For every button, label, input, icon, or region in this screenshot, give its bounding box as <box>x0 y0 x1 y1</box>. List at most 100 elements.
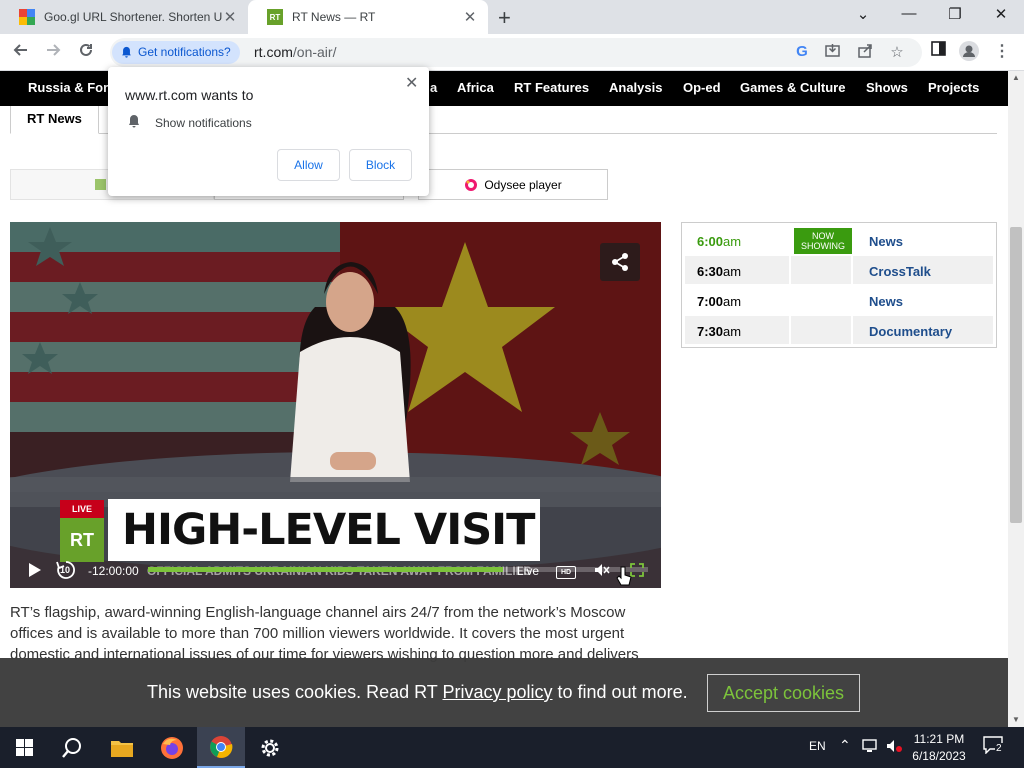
google-favicon-icon <box>19 9 35 25</box>
firefox-button[interactable] <box>148 727 196 768</box>
channel-description: RT’s flagship, award-winning English-lan… <box>10 604 639 663</box>
tab-rt-news[interactable]: RT RT News — RT ✕ <box>248 0 488 34</box>
scroll-up-icon[interactable]: ▲ <box>1008 71 1024 85</box>
settings-button[interactable] <box>246 727 294 768</box>
block-button[interactable]: Block <box>349 149 412 181</box>
tab-close-icon[interactable]: ✕ <box>222 8 238 26</box>
privacy-policy-link[interactable]: Privacy policy <box>442 682 552 702</box>
network-icon[interactable] <box>862 739 880 756</box>
share-icon[interactable] <box>856 43 874 62</box>
tab-title: Goo.gl URL Shortener. Shorten U <box>44 10 222 24</box>
hd-button[interactable]: HD <box>556 566 576 579</box>
time-display: -12:00:00 <box>88 564 139 578</box>
arrow-right-icon <box>47 44 61 56</box>
schedule-row: 7:30am Documentary <box>685 316 993 344</box>
schedule-show-link[interactable]: CrossTalk <box>869 264 931 279</box>
search-button[interactable] <box>48 727 96 768</box>
tab-rt-news-channel[interactable]: RT News <box>10 106 99 134</box>
scroll-thumb[interactable] <box>1010 227 1022 523</box>
live-video-player[interactable]: LIVE RT HIGH-LEVEL VISIT OFFICIAL ADMITS… <box>10 222 661 588</box>
live-button[interactable]: Live <box>517 564 539 578</box>
tab-strip: Goo.gl URL Shortener. Shorten U ✕ RT RT … <box>0 0 1024 34</box>
rt-favicon-icon: RT <box>267 9 283 25</box>
schedule-show-link[interactable]: News <box>869 234 903 249</box>
live-badge: LIVE <box>60 500 104 518</box>
nav-games-culture[interactable]: Games & Culture <box>740 80 845 95</box>
nav-projects[interactable]: Projects <box>928 80 979 95</box>
arrow-left-icon <box>13 44 27 56</box>
windows-logo-icon <box>15 739 33 756</box>
scroll-down-icon[interactable]: ▼ <box>1008 713 1024 727</box>
reload-button[interactable] <box>75 41 97 63</box>
fullscreen-button[interactable] <box>630 563 644 580</box>
restore-button[interactable]: ❐ <box>943 5 967 23</box>
share-button[interactable] <box>600 243 640 281</box>
rt-logo: RT <box>60 518 104 562</box>
install-app-icon[interactable] <box>823 43 841 62</box>
schedule-row: 7:00am News <box>685 286 993 314</box>
schedule-show-link[interactable]: Documentary <box>869 324 952 339</box>
chevron-up-icon[interactable]: ⌃ <box>839 737 851 754</box>
headline-text: HIGH-LEVEL VISIT <box>122 505 535 555</box>
bell-icon <box>122 46 131 58</box>
language-indicator[interactable]: EN <box>809 739 826 753</box>
forward-button[interactable] <box>42 41 64 63</box>
system-clock[interactable]: 11:21 PM 6/18/2023 <box>905 731 973 765</box>
tab-close-icon[interactable]: ✕ <box>462 8 478 26</box>
clock-time: 11:21 PM <box>913 732 965 746</box>
file-explorer-button[interactable] <box>98 727 146 768</box>
play-icon <box>29 563 41 577</box>
schedule-time: 6:30am <box>697 264 742 279</box>
tab-title: RT News — RT <box>292 10 376 24</box>
odysee-icon <box>465 178 478 191</box>
reload-icon <box>80 43 92 56</box>
schedule-time: 7:00am <box>697 294 742 309</box>
tab-search-button[interactable]: ⌄ <box>851 5 875 23</box>
chrome-button[interactable] <box>197 727 245 768</box>
share-nodes-icon <box>612 253 628 271</box>
firefox-icon <box>161 736 183 759</box>
rewind-button[interactable]: 10 <box>55 559 77 581</box>
folder-icon <box>111 740 133 757</box>
address-bar[interactable]: Get notifications? rt.com/on-air/ G ☆ <box>110 38 922 67</box>
close-window-button[interactable]: ✕ <box>989 5 1013 23</box>
bookmark-star-icon[interactable]: ☆ <box>888 43 906 61</box>
url-text[interactable]: rt.com/on-air/ <box>254 44 336 60</box>
back-button[interactable] <box>10 41 32 63</box>
mute-button[interactable] <box>594 563 610 580</box>
volume-muted-icon[interactable] <box>886 739 904 756</box>
schedule-time: 7:30am <box>697 324 742 339</box>
nav-analysis[interactable]: Analysis <box>609 80 662 95</box>
start-button[interactable] <box>0 727 48 768</box>
nav-africa[interactable]: Africa <box>457 80 494 95</box>
windows-taskbar: EN ⌃ 11:21 PM 6/18/2023 2 <box>0 727 1024 768</box>
more-menu-icon[interactable]: ⋮ <box>991 41 1013 61</box>
bell-icon <box>129 115 139 128</box>
new-tab-button[interactable]: + <box>498 5 511 31</box>
cookie-banner: This website uses cookies. Read RT Priva… <box>0 658 1008 727</box>
allow-button[interactable]: Allow <box>277 149 340 181</box>
notification-center-button[interactable]: 2 <box>983 736 1003 757</box>
schedule-time: 6:00am <box>697 234 742 249</box>
nav-shows[interactable]: Shows <box>866 80 908 95</box>
schedule-row: 6:00am NOW SHOWING News <box>685 226 993 254</box>
notification-chip[interactable]: Get notifications? <box>112 41 240 64</box>
progress-fill <box>148 567 503 572</box>
profile-avatar-icon[interactable] <box>958 41 980 66</box>
schedule-show-link[interactable]: News <box>869 294 903 309</box>
play-button[interactable] <box>26 562 42 581</box>
nav-op-ed[interactable]: Op-ed <box>683 80 721 95</box>
google-lens-icon[interactable]: G <box>793 43 811 60</box>
accept-cookies-button[interactable]: Accept cookies <box>707 674 860 712</box>
schedule-row: 6:30am CrossTalk <box>685 256 993 284</box>
permission-close-icon[interactable]: ✕ <box>405 73 418 93</box>
nav-partial[interactable]: a <box>430 80 437 95</box>
side-panel-icon[interactable] <box>927 41 949 61</box>
odysee-player-tab[interactable]: Odysee player <box>418 169 608 200</box>
nav-rt-features[interactable]: RT Features <box>514 80 589 95</box>
gear-icon <box>261 739 279 756</box>
minimize-button[interactable]: — <box>897 5 921 22</box>
page-scrollbar[interactable]: ▲ ▼ <box>1008 71 1024 727</box>
schedule-table: 6:00am NOW SHOWING News 6:30am CrossTalk … <box>681 222 997 348</box>
tab-google-shortener[interactable]: Goo.gl URL Shortener. Shorten U ✕ <box>0 0 248 34</box>
